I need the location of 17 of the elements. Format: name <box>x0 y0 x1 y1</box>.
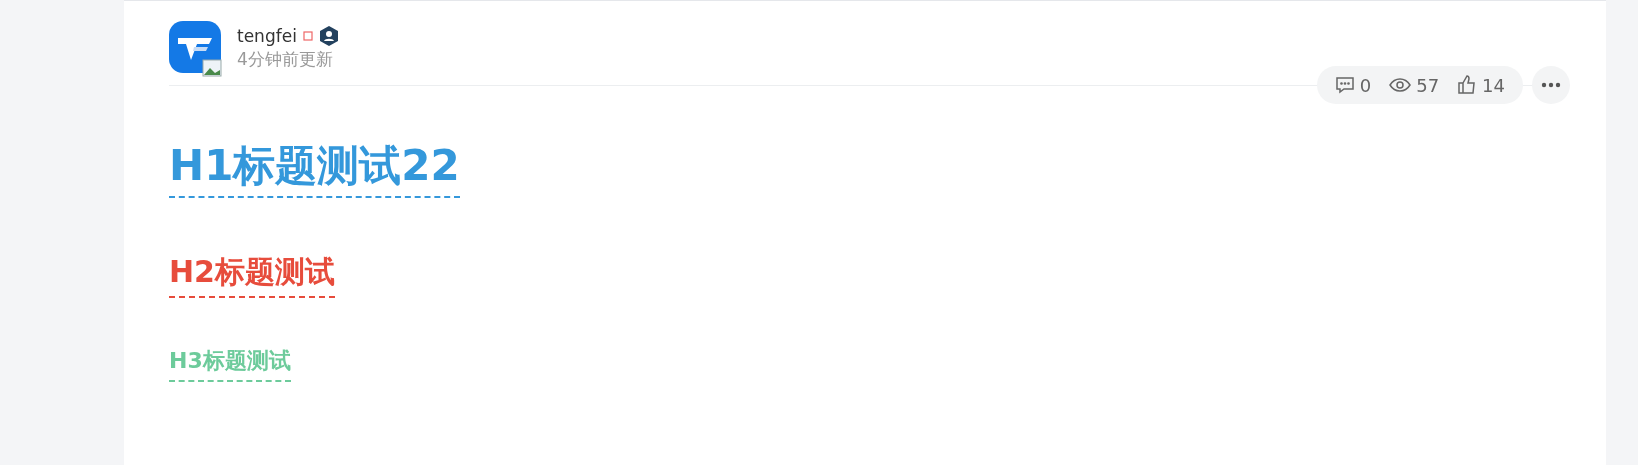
user-hexagon-icon <box>318 25 339 47</box>
heading-1: H1标题测试22 <box>169 140 460 198</box>
more-icon <box>1541 82 1561 88</box>
eye-icon <box>1389 77 1412 93</box>
comment-icon[interactable] <box>1334 75 1355 95</box>
like-count: 14 <box>1482 73 1505 98</box>
broken-image-icon <box>202 59 222 77</box>
thumbs-up-icon[interactable] <box>1457 75 1478 95</box>
update-time: 4分钟前更新 <box>237 48 334 71</box>
heading-2: H2标题测试 <box>169 252 335 298</box>
more-button[interactable] <box>1532 66 1570 104</box>
author-name[interactable]: tengfei <box>237 25 297 47</box>
view-count: 57 <box>1416 73 1440 98</box>
heading-3: H3标题测试 <box>169 346 291 382</box>
badge-icon <box>302 31 313 41</box>
logo-avatar-icon[interactable] <box>169 21 221 73</box>
comment-count: 0 <box>1359 73 1372 98</box>
